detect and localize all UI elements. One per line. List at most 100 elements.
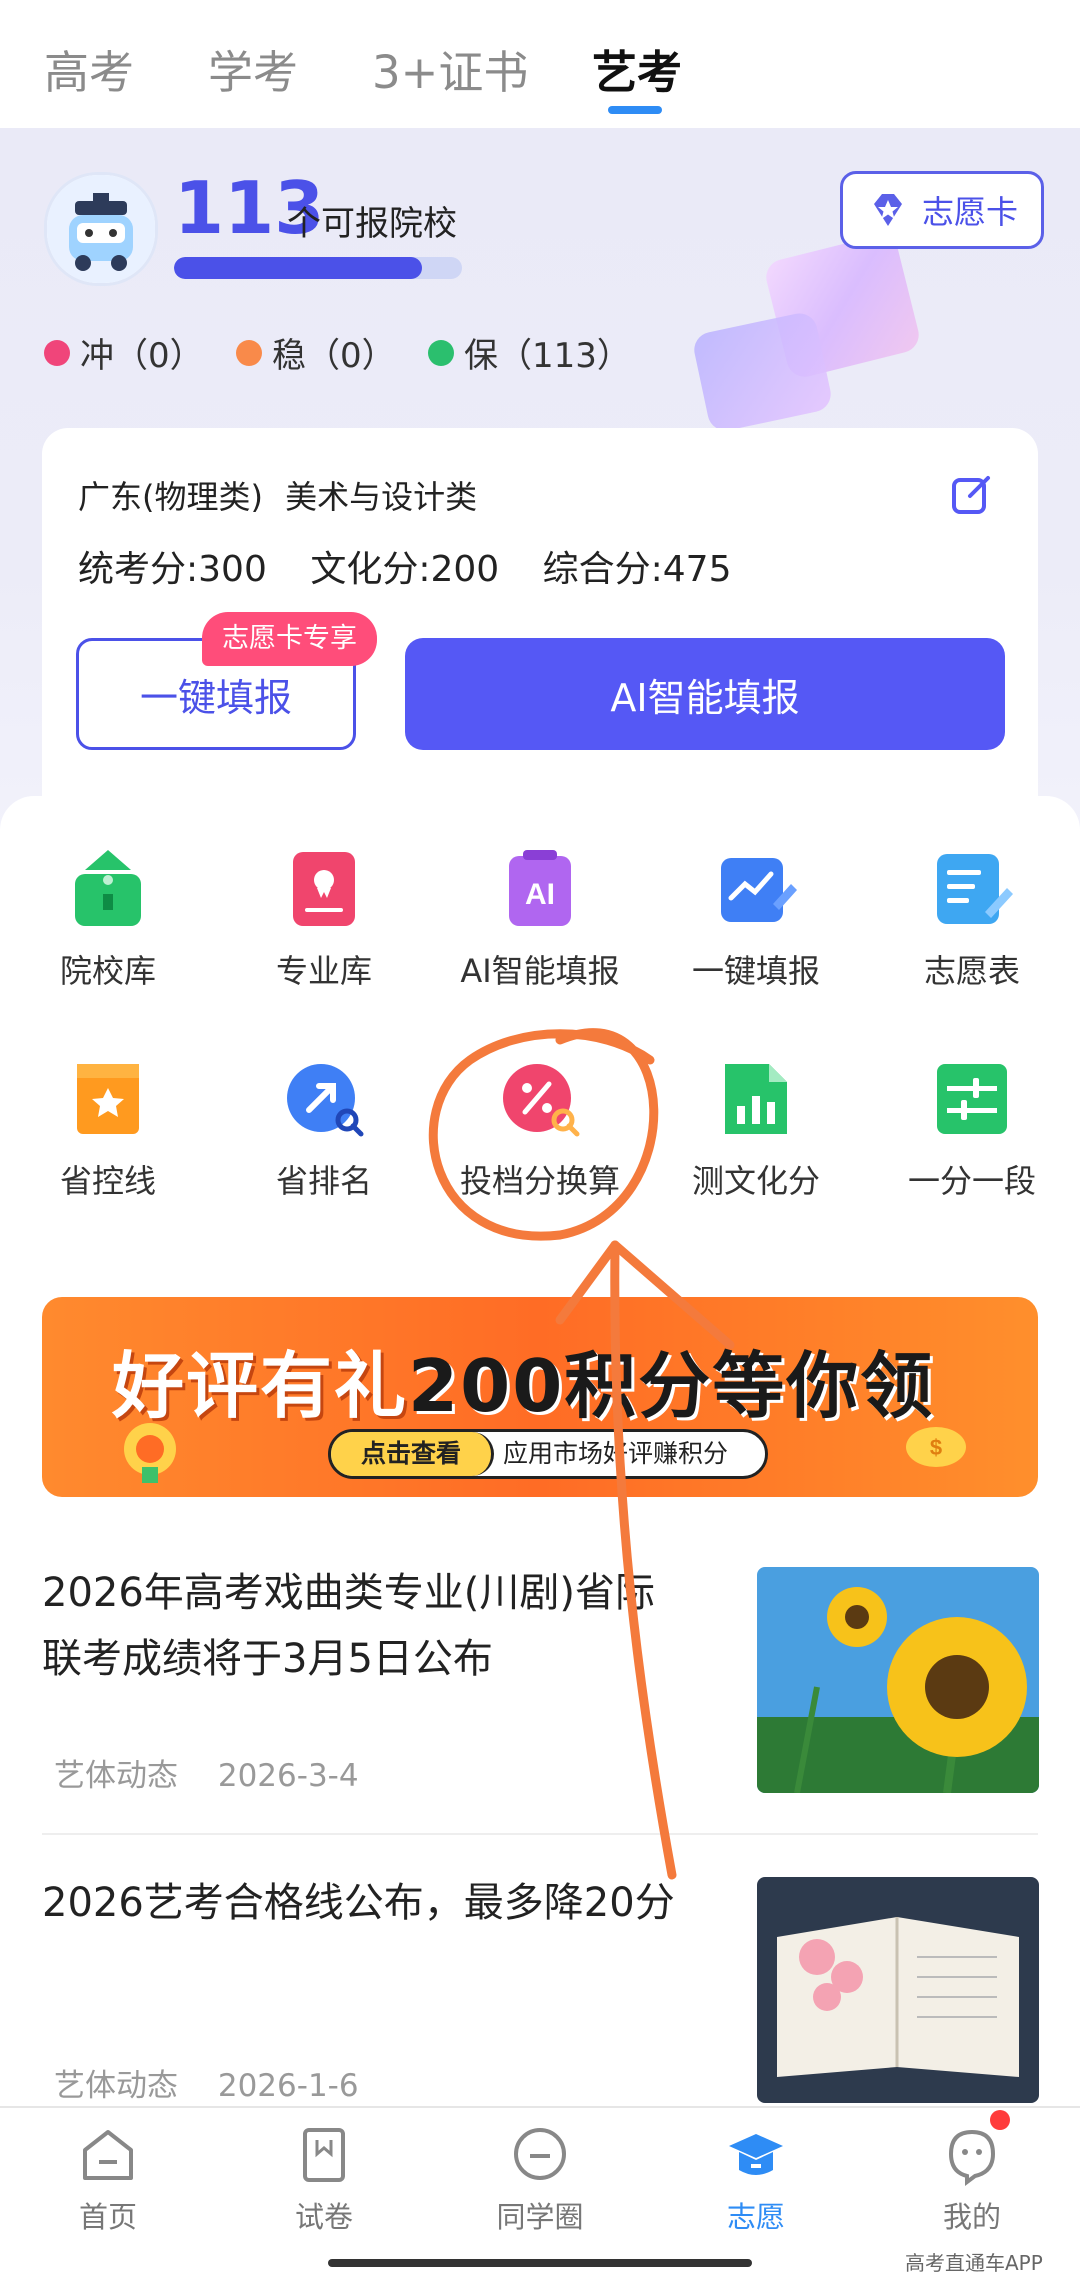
- tool-label: 测文化分: [691, 1162, 820, 1200]
- progress-fill: [174, 257, 422, 279]
- nav-label: 志愿: [726, 2200, 785, 2234]
- news-item[interactable]: 2026年高考戏曲类专业(川剧)省际联考成绩将于3月5日公布 艺体动态 2026…: [42, 1560, 1039, 1820]
- paper-icon: [303, 2128, 345, 2182]
- region-and-major: 广东(物理类) 美术与设计类: [78, 472, 477, 518]
- avatar[interactable]: [44, 172, 158, 286]
- sheet-chart-icon: [725, 1064, 787, 1134]
- coin-icon: $: [906, 1427, 966, 1467]
- percent-convert-icon: [503, 1064, 580, 1137]
- ai-fill-button[interactable]: AI智能填报: [405, 638, 1005, 750]
- svg-text:AI: AI: [525, 878, 555, 911]
- legend-dot: [236, 339, 262, 366]
- news-meta: 艺体动态 2026-1-6: [54, 2060, 389, 2105]
- tool-label: 省排名: [275, 1162, 372, 1200]
- volunteer-card-button[interactable]: 志愿卡: [840, 171, 1044, 249]
- legend-wen: 稳（0）: [236, 328, 396, 377]
- banner-title-part2: 200积分等你领: [408, 1344, 935, 1428]
- tool-label: 一分一段: [907, 1162, 1036, 1200]
- open-book-photo: [757, 1877, 1039, 2103]
- nav-label: 试卷: [294, 2200, 353, 2234]
- news-item[interactable]: 2026艺考合格线公布，最多降20分 艺体动态 2026-1-6: [42, 1870, 1039, 2106]
- legend-dot: [44, 339, 70, 366]
- profile-face-icon: [948, 2129, 996, 2186]
- tool-label: 志愿表: [923, 952, 1020, 990]
- chat-circle-icon: [514, 2128, 566, 2180]
- tool-score-segment[interactable]: 一分一段: [864, 1056, 1080, 1202]
- nav-label: 我的: [942, 2200, 1001, 2234]
- banner-pill: 点击查看 应用市场好评赚积分: [328, 1429, 768, 1479]
- major-type-label: 美术与设计类: [285, 478, 478, 516]
- tool-ai-fill[interactable]: AI AI智能填报: [432, 846, 648, 992]
- list-pen-icon: [937, 854, 1013, 924]
- nav-home[interactable]: 首页: [0, 2124, 216, 2236]
- sunflower-photo: [757, 1567, 1039, 1793]
- tab-gaokao[interactable]: 高考: [44, 36, 134, 101]
- tool-score-conversion[interactable]: 投档分换算: [432, 1056, 648, 1202]
- tool-label: 投档分换算: [459, 1162, 620, 1200]
- diamond-badge-icon: [873, 194, 902, 226]
- tab-certificate[interactable]: 3+证书: [372, 36, 528, 101]
- svg-text:$: $: [930, 1435, 942, 1460]
- news-thumbnail: [757, 1567, 1039, 1793]
- tool-school-library[interactable]: 院校库: [0, 846, 216, 992]
- news-thumbnail: [757, 1877, 1039, 2103]
- news-divider: [42, 1833, 1038, 1835]
- promo-banner[interactable]: 好评有礼200积分等你领 $ 点击查看 应用市场好评赚积分: [42, 1297, 1038, 1497]
- nav-mine[interactable]: 我的: [864, 2124, 1080, 2236]
- legend-dot: [428, 339, 454, 366]
- region-label: 广东(物理类): [78, 478, 263, 516]
- news-meta: 艺体动态 2026-3-4: [54, 1750, 389, 1795]
- edit-icon[interactable]: [950, 472, 994, 516]
- tool-major-library[interactable]: 专业库: [216, 846, 432, 992]
- top-tab-bar: 高考 学考 3+证书 艺考: [0, 0, 1080, 128]
- nav-volunteer[interactable]: 志愿: [648, 2124, 864, 2236]
- legend-label: 稳（0）: [272, 336, 396, 376]
- sliders-icon: [937, 1064, 1007, 1134]
- trumpet-mascot-icon: [124, 1423, 176, 1483]
- tool-label: AI智能填报: [460, 952, 620, 990]
- nav-label: 同学圈: [496, 2200, 584, 2234]
- tab-yikao[interactable]: 艺考: [592, 36, 682, 101]
- news-date: 2026-1-6: [217, 2068, 359, 2104]
- composite-score: 综合分:475: [542, 549, 732, 590]
- star-ribbon-icon: [77, 1064, 139, 1134]
- rank-arrow-icon: [287, 1064, 364, 1137]
- legend-chong: 冲（0）: [44, 328, 204, 377]
- exclusive-tag: 志愿卡专享: [202, 612, 377, 666]
- tool-label: 省控线: [59, 1162, 156, 1200]
- banner-title: 好评有礼200积分等你领: [112, 1327, 934, 1432]
- news-tag: 艺体动态: [54, 2068, 178, 2104]
- volunteer-card-label: 志愿卡: [921, 193, 1018, 231]
- tool-label: 一键填报: [691, 952, 820, 990]
- banner-subtext: 应用市场好评赚积分: [503, 1439, 729, 1468]
- nav-classmates[interactable]: 同学圈: [432, 2124, 648, 2236]
- news-tag: 艺体动态: [54, 1758, 178, 1794]
- ai-icon: AI: [509, 850, 571, 926]
- culture-score: 文化分:200: [310, 549, 500, 590]
- graduation-cap-icon: [729, 2134, 783, 2175]
- tool-province-control-line[interactable]: 省控线: [0, 1056, 216, 1202]
- news-title: 2026艺考合格线公布，最多降20分: [42, 1880, 675, 1926]
- score-summary: 统考分:300 文化分:200 综合分:475: [78, 540, 763, 592]
- home-icon: [83, 2130, 133, 2180]
- tab-xuekao[interactable]: 学考: [208, 36, 298, 101]
- school-icon: [75, 850, 141, 926]
- chart-pen-icon: [721, 858, 797, 922]
- tool-culture-score-test[interactable]: 测文化分: [648, 1056, 864, 1202]
- tool-label: 院校库: [59, 952, 156, 990]
- bus-mascot-icon: [47, 175, 155, 283]
- legend-label: 保（113）: [464, 336, 631, 376]
- tool-volunteer-table[interactable]: 志愿表: [864, 846, 1080, 992]
- tool-one-key-fill[interactable]: 一键填报: [648, 846, 864, 992]
- tool-province-rank[interactable]: 省排名: [216, 1056, 432, 1202]
- active-tab-indicator: [608, 106, 662, 114]
- nav-papers[interactable]: 试卷: [216, 2124, 432, 2236]
- eligible-schools-label: 个可报院校: [287, 204, 457, 244]
- news-date: 2026-3-4: [217, 1758, 359, 1794]
- eligibility-progress-bar: [174, 257, 462, 279]
- unified-exam-score: 统考分:300: [78, 549, 267, 590]
- tool-label: 专业库: [275, 952, 372, 990]
- banner-cta[interactable]: 点击查看: [331, 1432, 494, 1476]
- nav-label: 首页: [78, 2200, 137, 2234]
- legend-label: 冲（0）: [80, 336, 204, 376]
